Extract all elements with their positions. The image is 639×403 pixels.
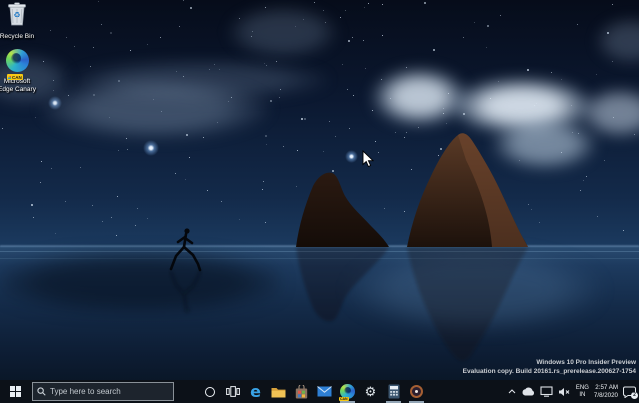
rocks-and-runner-scene xyxy=(169,133,528,361)
taskbar: Type here to search e CAN ⚙ ENG IN 2:57 … xyxy=(0,380,639,403)
recycle-bin-icon: ♻ xyxy=(8,2,26,26)
task-view-icon xyxy=(225,386,240,397)
tray-clock[interactable]: 2:57 AM 7/8/2020 xyxy=(594,384,618,399)
microsoft-store-icon xyxy=(295,384,308,398)
taskbar-search-input[interactable]: Type here to search xyxy=(32,382,174,401)
taskbar-edge-canary-button[interactable]: CAN xyxy=(336,380,359,403)
search-placeholder: Type here to search xyxy=(50,387,121,396)
speaker-muted-icon xyxy=(558,387,570,396)
mouse-cursor xyxy=(362,150,374,168)
gear-icon: ⚙ xyxy=(364,383,377,399)
taskbar-calculator-button[interactable] xyxy=(382,380,405,403)
taskbar-file-explorer-button[interactable] xyxy=(267,380,290,403)
search-icon xyxy=(37,387,46,396)
desktop-icon-edge-canary[interactable]: CAN Microsoft Edge Canary xyxy=(0,49,37,93)
canary-badge-square-icon xyxy=(8,75,11,79)
watermark-line1: Windows 10 Pro Insider Preview xyxy=(536,359,636,366)
svg-text:♻: ♻ xyxy=(13,11,20,20)
language-line1: ENG xyxy=(575,384,589,391)
tray-onedrive-button[interactable] xyxy=(521,387,535,396)
mail-icon xyxy=(317,386,332,397)
edge-canary-icon xyxy=(5,49,29,72)
taskbar-task-view-button[interactable] xyxy=(221,380,244,403)
cloud-icon xyxy=(522,387,534,396)
tray-show-hidden-icons-button[interactable] xyxy=(508,389,516,394)
recycle-bin-label: Recycle Bin xyxy=(0,33,35,40)
language-line2: IN xyxy=(579,391,586,398)
edge-canary-icon: CAN xyxy=(339,384,355,401)
insider-watermark: Windows 10 Pro Insider Preview Evaluatio… xyxy=(463,359,636,376)
tray-network-button[interactable] xyxy=(540,386,553,397)
desktop-wallpaper: ♻ Recycle Bin CAN Microsoft Edge Canary … xyxy=(0,0,639,380)
canary-badge: CAN xyxy=(339,396,349,401)
runner-silhouette xyxy=(169,228,202,272)
calculator-icon xyxy=(388,384,399,399)
taskbar-store-button[interactable] xyxy=(290,380,313,403)
taskbar-edge-button[interactable]: e xyxy=(244,380,267,403)
windows-logo-icon xyxy=(9,386,21,397)
tray-volume-button[interactable] xyxy=(558,387,571,397)
windows-desktop-screen: ♻ Recycle Bin CAN Microsoft Edge Canary … xyxy=(0,0,639,403)
edge-icon: e xyxy=(250,381,261,401)
recorder-icon xyxy=(410,385,423,398)
edge-canary-label-line2: Edge Canary xyxy=(0,85,36,93)
rock-reflections xyxy=(296,247,528,361)
runner-reflection xyxy=(169,269,202,313)
tray-language-indicator[interactable]: ENG IN xyxy=(576,385,589,399)
taskbar-app-row: e CAN ⚙ xyxy=(198,380,428,403)
desktop-icon-recycle-bin[interactable]: ♻ Recycle Bin xyxy=(0,1,37,41)
taskbar-recorder-button[interactable] xyxy=(405,380,428,403)
clock-date: 7/8/2020 xyxy=(593,391,618,399)
cortana-icon xyxy=(204,386,215,397)
ethernet-network-icon xyxy=(540,386,553,397)
taskbar-mail-button[interactable] xyxy=(313,380,336,403)
system-tray: ENG IN 2:57 AM 7/8/2020 2 xyxy=(508,384,639,399)
left-sea-stack xyxy=(296,172,389,247)
notification-count-badge: 2 xyxy=(631,391,638,399)
start-button[interactable] xyxy=(0,380,30,403)
watermark-line2: Evaluation copy. Build 20161.rs_prerelea… xyxy=(462,367,636,375)
chevron-up-icon xyxy=(508,389,516,394)
clock-time: 2:57 AM xyxy=(595,384,618,391)
taskbar-settings-button[interactable]: ⚙ xyxy=(359,380,382,403)
action-center-button[interactable]: 2 xyxy=(623,386,638,399)
file-explorer-icon xyxy=(271,387,286,397)
canary-badge: CAN xyxy=(6,74,24,80)
taskbar-cortana-button[interactable] xyxy=(198,380,221,403)
